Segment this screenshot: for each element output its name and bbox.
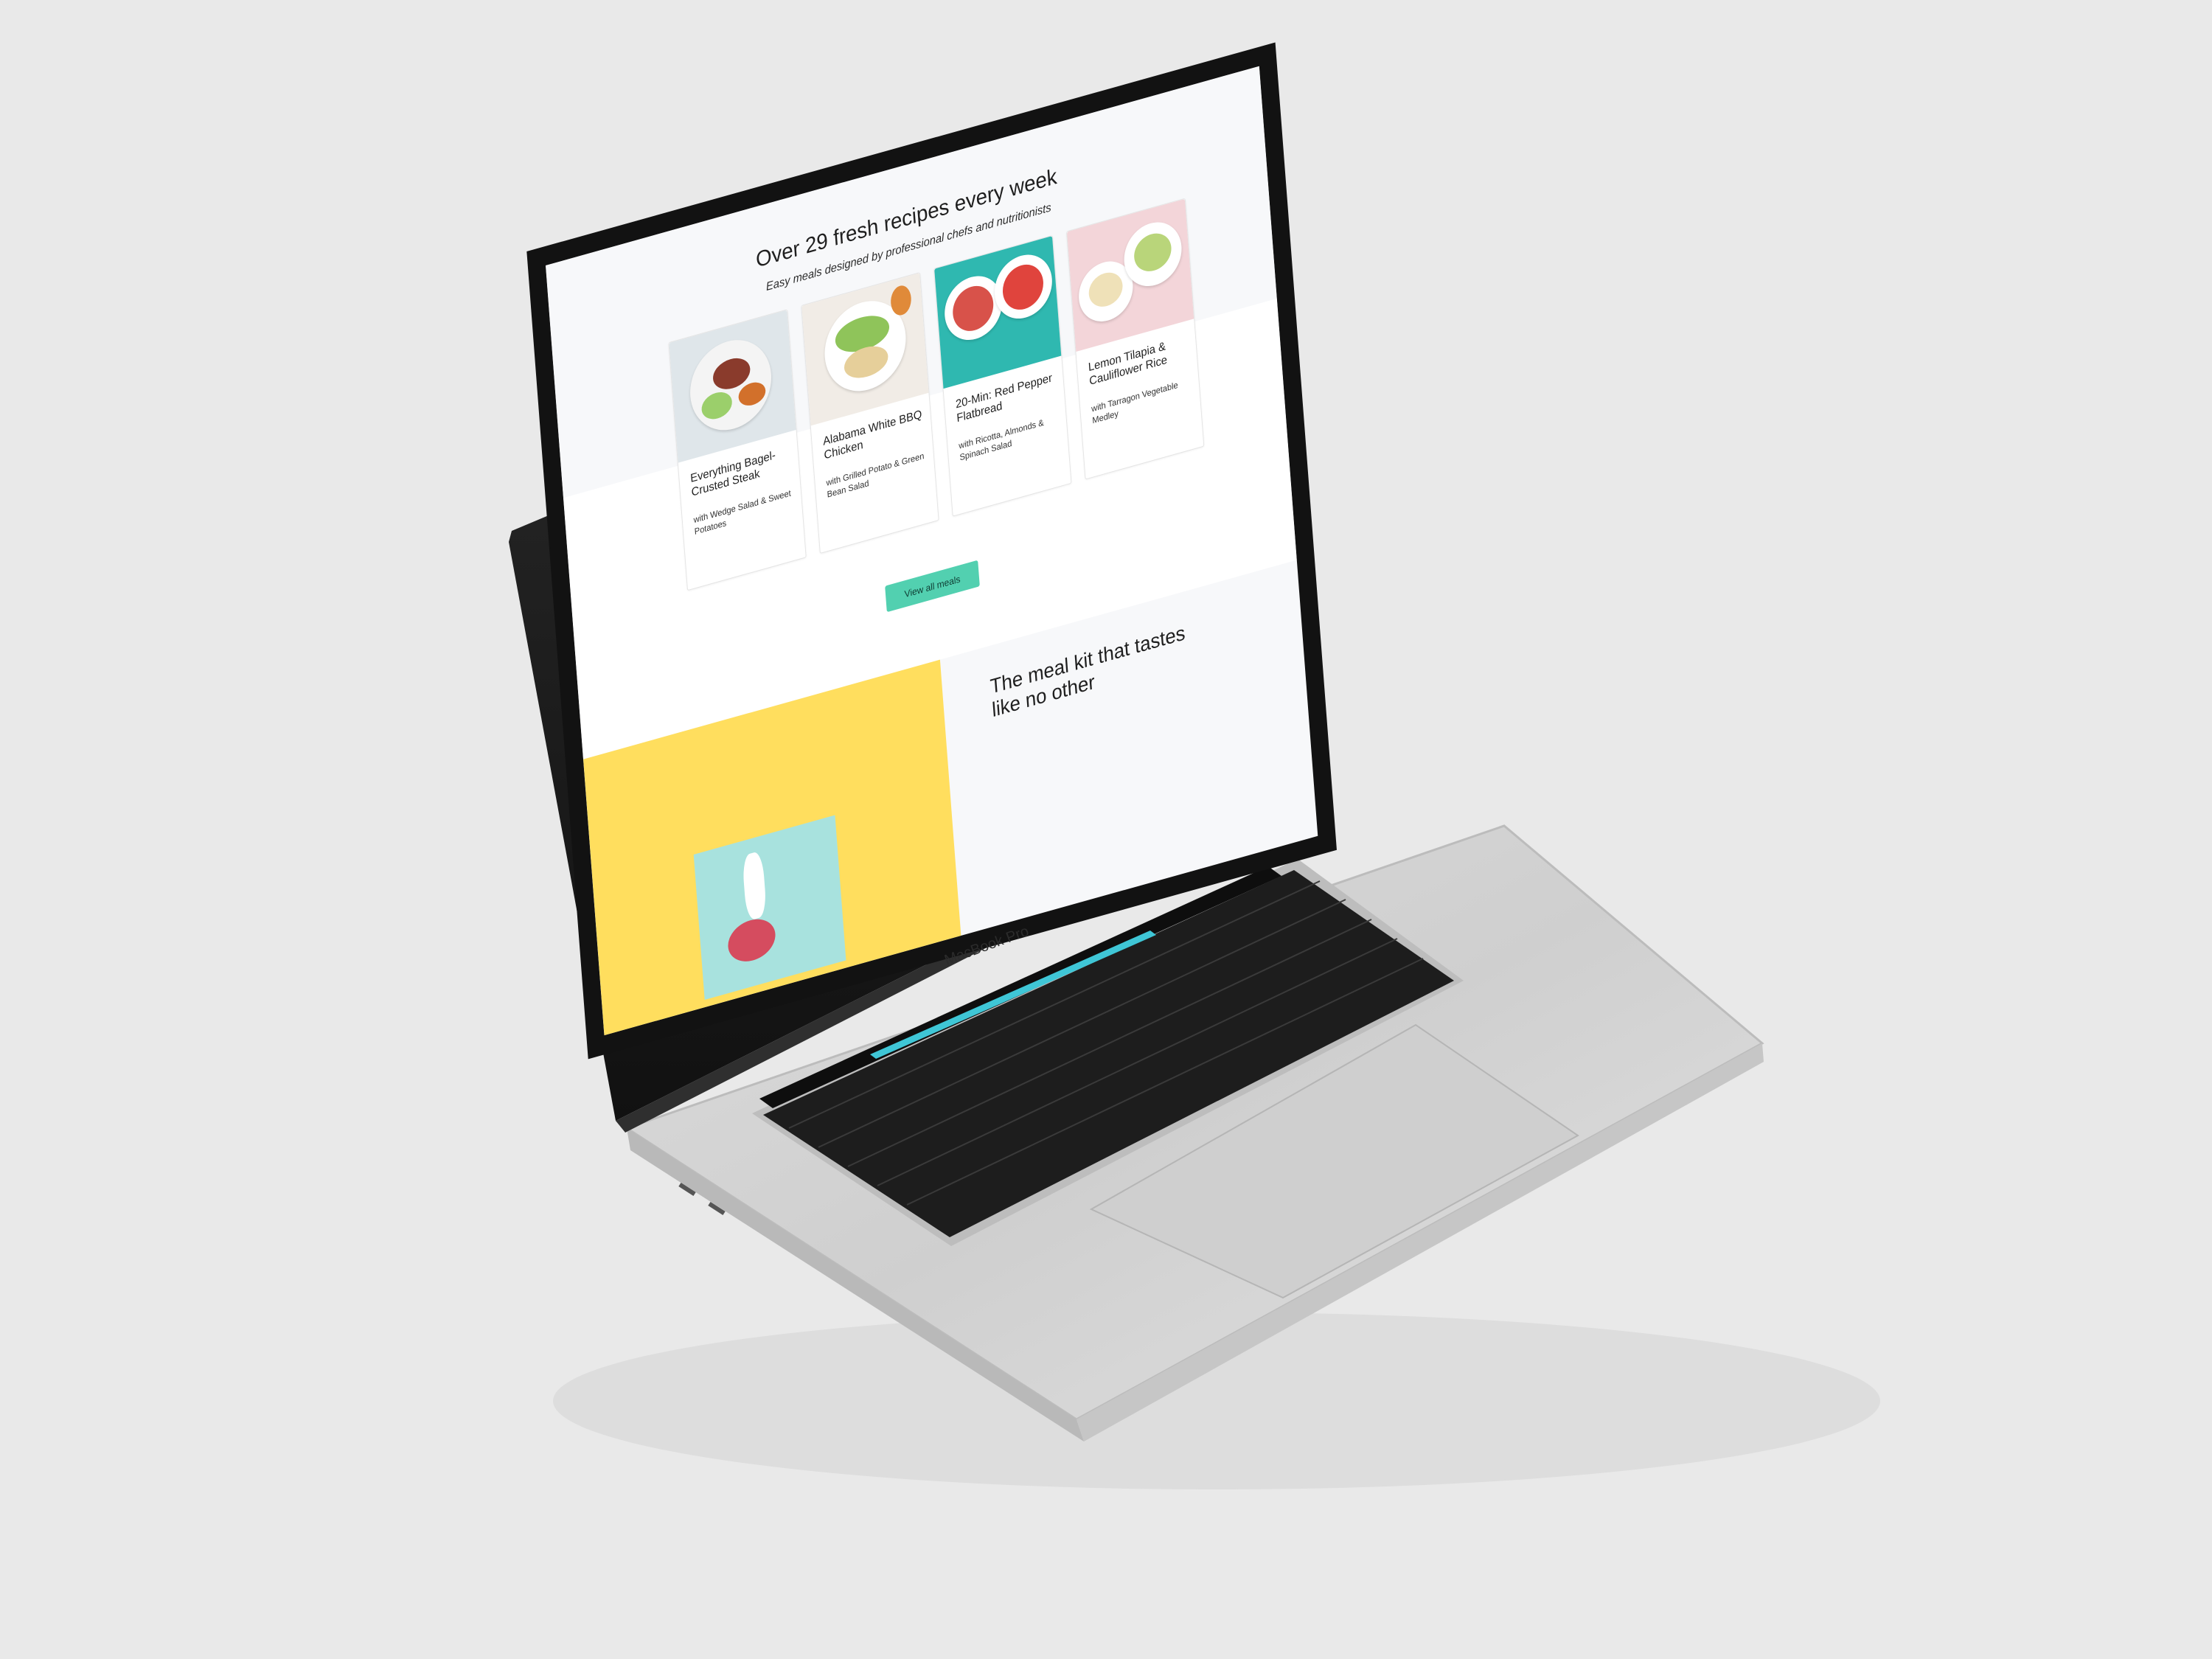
steak-image bbox=[726, 914, 777, 967]
mockup-scene: Over 29 fresh recipes every week Easy me… bbox=[0, 0, 2212, 1659]
promo-image bbox=[693, 815, 846, 1000]
meal-card[interactable]: 20-Min: Red Pepper Flatbread with Ricott… bbox=[933, 234, 1072, 517]
meal-card[interactable]: Alabama White BBQ Chicken with Grilled P… bbox=[801, 272, 939, 554]
meal-card[interactable]: Everything Bagel-Crusted Steak with Wedg… bbox=[668, 309, 807, 591]
meal-card[interactable]: Lemon Tilapia & Cauliflower Rice with Ta… bbox=[1066, 198, 1205, 480]
onion-image bbox=[742, 850, 768, 922]
